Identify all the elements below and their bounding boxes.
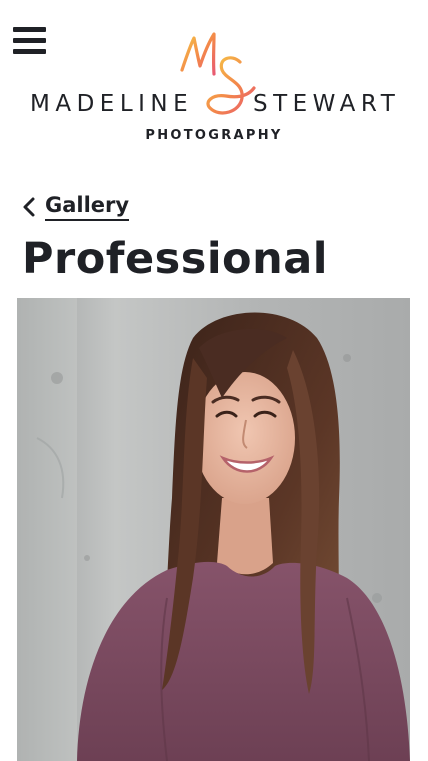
site-logo[interactable]: MADELINE STEWART PHOTOGRAPHY (0, 24, 428, 150)
logo-subtitle: PHOTOGRAPHY (145, 128, 283, 143)
portrait-image (17, 298, 410, 761)
chevron-left-icon (23, 197, 35, 216)
logo-name-first: MADELINE (30, 91, 194, 117)
portrait-photo[interactable] (17, 298, 410, 761)
logo-name-last: STEWART (253, 91, 401, 117)
page: MADELINE STEWART PHOTOGRAPHY Gallery Pro… (0, 0, 428, 761)
back-to-gallery-link[interactable]: Gallery (22, 192, 130, 221)
page-title: Professional (22, 234, 328, 284)
back-link-label: Gallery (45, 192, 130, 221)
